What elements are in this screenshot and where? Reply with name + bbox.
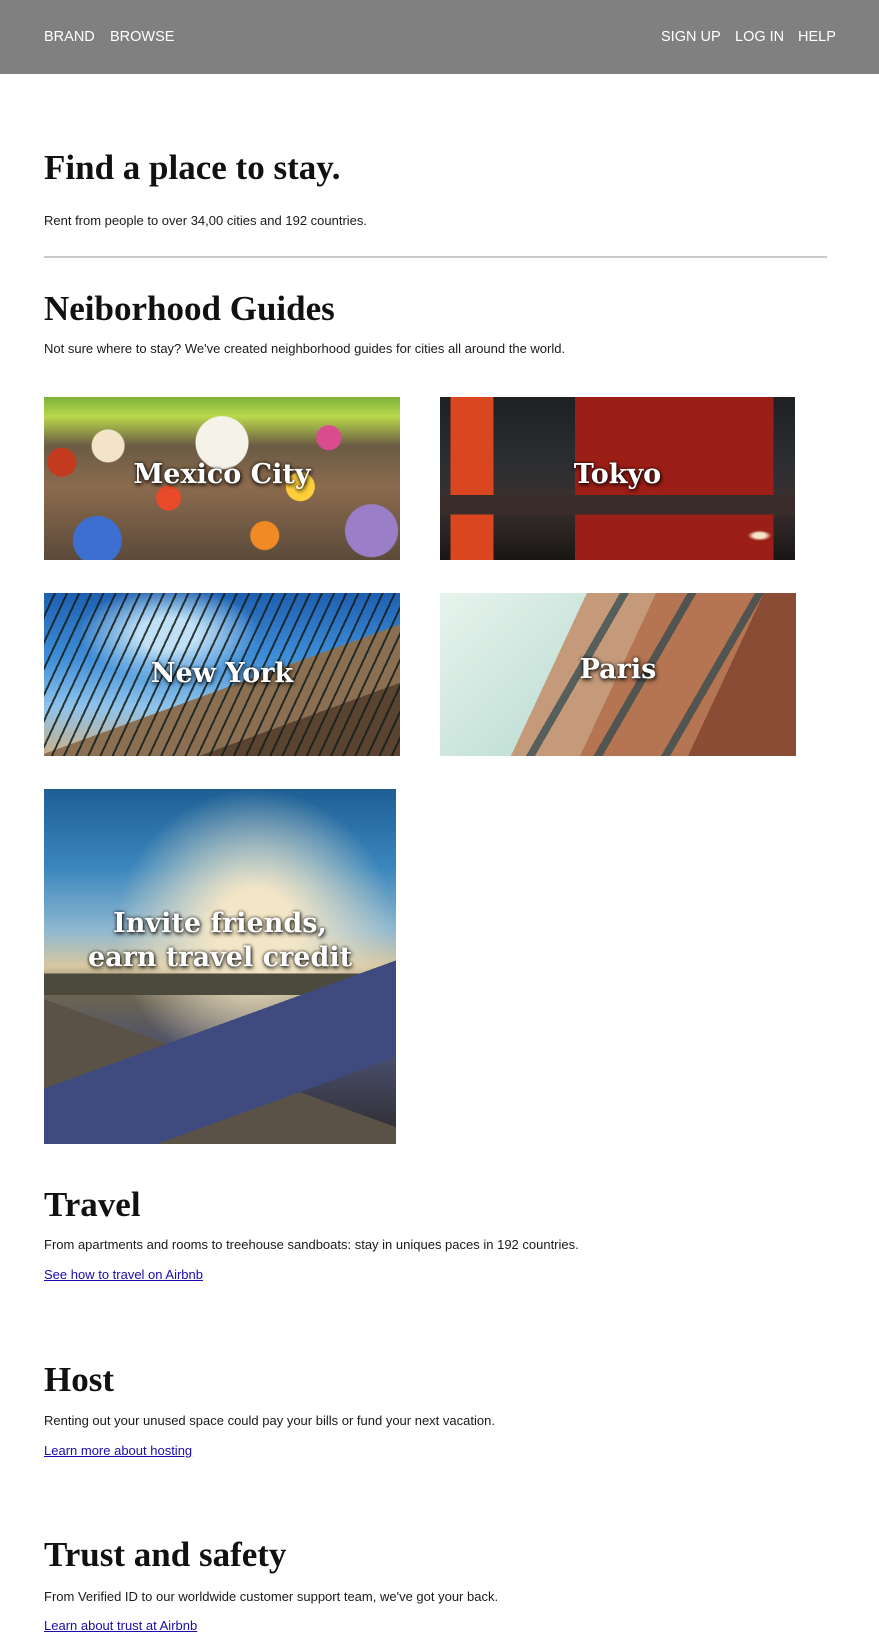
- guide-card-new-york[interactable]: New York: [44, 593, 400, 756]
- travel-link[interactable]: See how to travel on Airbnb: [44, 1266, 203, 1284]
- host-title: Host: [44, 1360, 114, 1399]
- guide-card-tokyo[interactable]: Tokyo: [440, 397, 795, 560]
- invite-friends-label: Invite friends, earn travel credit: [87, 908, 353, 973]
- host-text: Renting out your unused space could pay …: [44, 1413, 495, 1428]
- nav-browse-link[interactable]: BROWSE: [110, 28, 174, 46]
- guide-card-label: New York: [150, 658, 294, 689]
- travel-title: Travel: [44, 1185, 141, 1224]
- page-title: Find a place to stay.: [44, 148, 341, 187]
- host-link[interactable]: Learn more about hosting: [44, 1442, 192, 1460]
- trust-text: From Verified ID to our worldwide custom…: [44, 1589, 499, 1604]
- guides-description: Not sure where to stay? We've created ne…: [44, 341, 566, 356]
- nav-help-link[interactable]: HELP: [798, 28, 836, 46]
- nav-signup-link[interactable]: SIGN UP: [661, 28, 721, 46]
- guide-card-paris[interactable]: Paris: [440, 593, 796, 756]
- travel-text: From apartments and rooms to treehouse s…: [44, 1237, 579, 1252]
- guide-card-label: Mexico City: [133, 459, 311, 490]
- section-divider: [44, 256, 827, 258]
- top-navbar: BRAND BROWSE SIGN UP LOG IN HELP: [0, 0, 879, 74]
- invite-friends-card[interactable]: Invite friends, earn travel credit: [44, 789, 396, 1144]
- nav-brand-link[interactable]: BRAND: [44, 28, 95, 46]
- nav-login-link[interactable]: LOG IN: [735, 28, 784, 46]
- guide-card-label: Paris: [579, 654, 657, 685]
- guides-title: Neiborhood Guides: [44, 289, 335, 328]
- trust-link[interactable]: Learn about trust at Airbnb: [44, 1617, 197, 1635]
- guide-card-mexico-city[interactable]: Mexico City: [44, 397, 400, 560]
- guide-card-label: Tokyo: [573, 459, 662, 490]
- hero-subtitle: Rent from people to over 34,00 cities an…: [44, 213, 368, 228]
- trust-title: Trust and safety: [44, 1535, 287, 1574]
